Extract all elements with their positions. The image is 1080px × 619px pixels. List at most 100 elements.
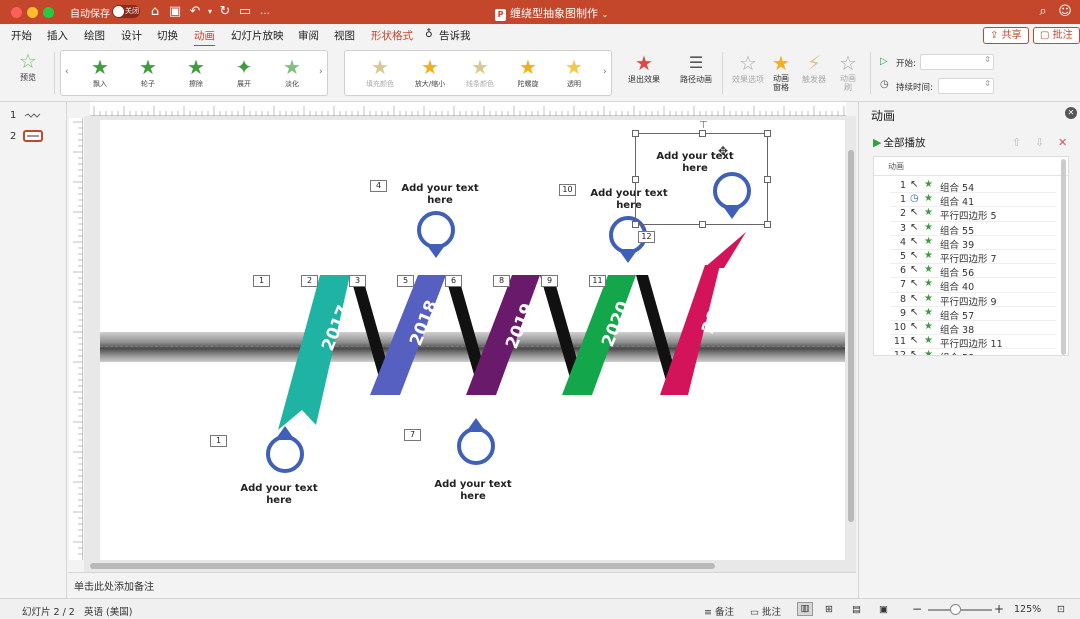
gallery-more-arrow-icon[interactable]: ›	[603, 67, 607, 77]
animation-order-tag[interactable]: 5	[397, 275, 414, 287]
redo-icon[interactable]: ↻	[217, 4, 233, 20]
resize-handle[interactable]	[699, 130, 706, 137]
ribbon-2019[interactable]	[466, 275, 540, 395]
gallery-left-arrow-icon[interactable]: ‹	[65, 67, 69, 77]
effect-fill-color[interactable]: ★ 填充颜色	[357, 55, 403, 89]
minimize-window-button[interactable]	[27, 7, 38, 18]
effect-wheel[interactable]: ★ 轮子	[125, 55, 171, 89]
tab-slideshow[interactable]: 幻灯片放映	[231, 28, 284, 43]
resize-handle[interactable]	[632, 130, 639, 137]
animation-list-scrollbar[interactable]	[1061, 159, 1066, 355]
fit-to-window-icon[interactable]: ⊡	[1057, 604, 1065, 615]
effect-fade[interactable]: ★ 淡化	[269, 55, 315, 89]
slide-canvas[interactable]: 2017 2018 2019 2020 2021 Add your text he…	[100, 120, 845, 560]
undo-dropdown-icon[interactable]: ▾	[202, 4, 218, 20]
animation-list-item[interactable]: 5 ↖ ★ 平行四边形 7	[874, 250, 1056, 265]
animation-list-item[interactable]: 4 ↖ ★ 组合 39	[874, 236, 1056, 251]
animation-list-item[interactable]: 10 ↖ ★ 组合 38	[874, 321, 1056, 336]
animation-order-tag[interactable]: 1	[210, 435, 227, 447]
zoom-slider-knob[interactable]	[950, 604, 961, 615]
effect-transparency[interactable]: ★ 透明	[551, 55, 597, 89]
ribbon-2020[interactable]	[562, 275, 636, 395]
account-icon[interactable]: ☺	[1057, 4, 1073, 20]
animation-list-item[interactable]: 3 ↖ ★ 组合 55	[874, 222, 1056, 237]
selection-box[interactable]: ⊤ ✥	[632, 120, 771, 228]
animation-order-tag[interactable]: 1	[253, 275, 270, 287]
zoom-out-icon[interactable]: −	[912, 602, 922, 616]
undo-icon[interactable]: ↶	[187, 4, 203, 20]
tab-design[interactable]: 设计	[121, 28, 142, 43]
animation-order-tag[interactable]: 11	[589, 275, 606, 287]
animation-list-item[interactable]: 7 ↖ ★ 组合 40	[874, 278, 1056, 293]
tab-tell-me[interactable]: 告诉我	[439, 28, 471, 43]
animation-pane-button[interactable]: ★ 动画 窗格	[766, 52, 796, 92]
close-window-button[interactable]	[11, 7, 22, 18]
save-icon[interactable]: ▣	[167, 4, 183, 20]
share-button[interactable]: ⇪ 共享	[983, 27, 1029, 44]
slide-thumbnail-1[interactable]	[23, 110, 43, 122]
duration-input[interactable]: ⇕	[938, 78, 994, 94]
animation-painter-button[interactable]: ☆ 动画 刷	[834, 52, 862, 92]
horizontal-scrollbar[interactable]	[90, 563, 715, 569]
tab-shape-format[interactable]: 形状格式	[371, 28, 413, 43]
path-animation-button[interactable]: ☰ 路径动画	[676, 52, 716, 85]
slide-thumbnail-2[interactable]	[23, 130, 43, 142]
animation-order-tag[interactable]: 10	[559, 184, 576, 196]
home-icon[interactable]: ⌂	[147, 4, 163, 20]
comments-button[interactable]: ▢ 批注	[1033, 27, 1080, 44]
gallery-right-arrow-icon[interactable]: ›	[319, 67, 323, 77]
animation-order-tag[interactable]: 7	[404, 429, 421, 441]
trigger-button[interactable]: ⚡ 触发器	[800, 52, 828, 85]
effect-spin[interactable]: ★ 陀螺旋	[505, 55, 551, 89]
effect-fly-in[interactable]: ★ 飘入	[77, 55, 123, 89]
animation-list-item[interactable]: 1 ↖ ★ 组合 54	[874, 179, 1056, 194]
text-placeholder[interactable]: Add your text here	[234, 483, 324, 507]
animation-order-tag[interactable]: 6	[445, 275, 462, 287]
zoom-in-icon[interactable]: +	[994, 602, 1004, 616]
search-icon[interactable]: ⌕	[1035, 4, 1051, 20]
tab-insert[interactable]: 插入	[47, 28, 68, 43]
map-pin-icon[interactable]	[266, 426, 304, 473]
animation-order-tag[interactable]: 4	[370, 180, 387, 192]
close-pane-icon[interactable]: ✕	[1065, 107, 1077, 119]
resize-handle[interactable]	[764, 130, 771, 137]
normal-view-icon[interactable]: ▥	[797, 602, 813, 616]
animation-order-tag[interactable]: 3	[349, 275, 366, 287]
move-down-icon[interactable]: ⇩	[1035, 136, 1044, 149]
notes-toggle[interactable]: ≡ 备注	[704, 604, 734, 618]
language-status[interactable]: 英语 (美国)	[84, 604, 132, 618]
comments-toggle[interactable]: ▭ 批注	[750, 604, 781, 618]
effect-options-button[interactable]: ☆ 效果选项	[728, 52, 768, 85]
resize-handle[interactable]	[632, 221, 639, 228]
tab-transitions[interactable]: 切换	[157, 28, 178, 43]
resize-handle[interactable]	[764, 221, 771, 228]
effect-wipe[interactable]: ★ 擦除	[173, 55, 219, 89]
preview-button[interactable]: ☆ 预览	[8, 50, 48, 83]
reading-view-icon[interactable]: ▤	[852, 604, 861, 615]
text-placeholder[interactable]: Add your text here	[428, 479, 518, 503]
resize-handle[interactable]	[764, 176, 771, 183]
animation-order-tag[interactable]: 8	[493, 275, 510, 287]
move-up-icon[interactable]: ⇧	[1012, 136, 1021, 149]
notes-pane[interactable]: 单击此处添加备注	[68, 572, 856, 598]
title-chevron-icon[interactable]: ⌄	[602, 10, 609, 19]
animation-list-item[interactable]: 9 ↖ ★ 组合 57	[874, 307, 1056, 322]
present-icon[interactable]: ▭	[237, 4, 253, 20]
effect-expand[interactable]: ✦ 展开	[221, 55, 267, 89]
tab-draw[interactable]: 绘图	[84, 28, 105, 43]
animation-list-item[interactable]: 11 ↖ ★ 平行四边形 11	[874, 335, 1056, 350]
animation-order-tag[interactable]: 12	[638, 231, 655, 243]
text-placeholder[interactable]: Add your text here	[395, 183, 485, 207]
animation-list-item[interactable]: 1 ◷ ★ 组合 41	[874, 193, 1056, 208]
resize-handle[interactable]	[699, 221, 706, 228]
animation-order-tag[interactable]: 9	[541, 275, 558, 287]
effect-grow-shrink[interactable]: ★ 放大/缩小	[407, 55, 453, 89]
delete-animation-icon[interactable]: ✕	[1058, 136, 1067, 149]
animation-list-item[interactable]: 2 ↖ ★ 平行四边形 5	[874, 207, 1056, 222]
zoom-window-button[interactable]	[43, 7, 54, 18]
rotate-handle-icon[interactable]: ⊤	[699, 120, 708, 131]
ribbon-2017[interactable]	[278, 275, 350, 430]
map-pin-icon[interactable]	[457, 418, 495, 465]
tab-animations[interactable]: 动画	[194, 28, 215, 47]
autosave-toggle[interactable]: 关闭	[112, 5, 140, 18]
